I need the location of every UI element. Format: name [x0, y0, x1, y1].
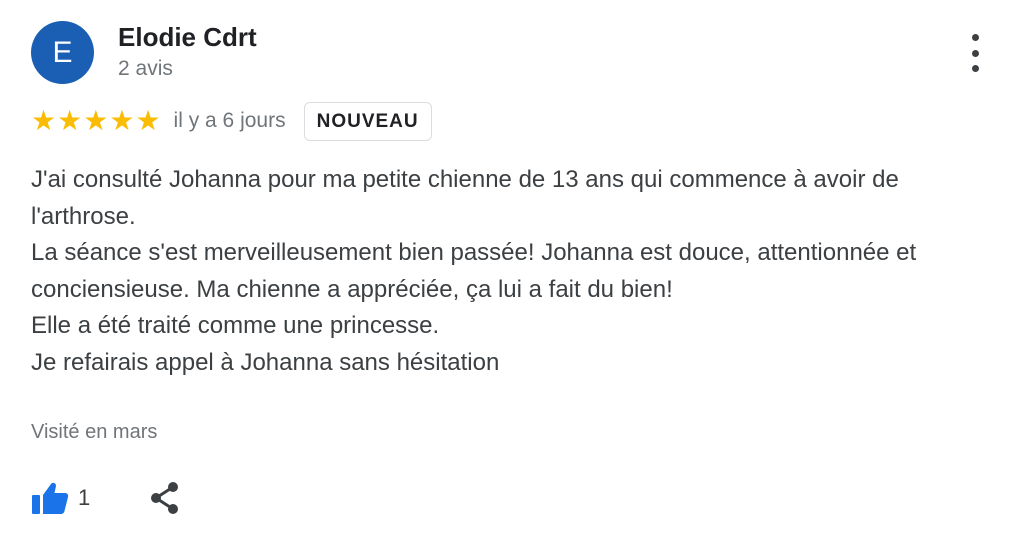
avatar[interactable]: E	[31, 21, 94, 84]
review-text: J'ai consulté Johanna pour ma petite chi…	[31, 162, 1006, 381]
review-text-line: La séance s'est merveilleusement bien pa…	[31, 239, 917, 303]
review-text-line: Je refairais appel à Johanna sans hésita…	[31, 348, 500, 376]
star-icon: ★	[31, 105, 57, 136]
visited-date: Visité en mars	[31, 421, 158, 443]
share-button[interactable]	[148, 481, 182, 515]
share-icon	[151, 482, 179, 514]
more-vert-icon-dot	[971, 65, 979, 72]
review-actions: 1	[31, 478, 182, 518]
avatar-initial: E	[52, 35, 73, 69]
star-icon: ★	[57, 105, 83, 136]
more-vert-icon-dot	[971, 49, 979, 57]
review-text-line: Elle a été traité comme une princesse.	[31, 312, 440, 339]
new-badge: NOUVEAU	[303, 101, 432, 141]
review-text-line: J'ai consulté Johanna pour ma petite chi…	[31, 166, 899, 230]
star-icon: ★	[109, 105, 135, 136]
more-vert-icon	[971, 34, 979, 41]
rating-row: ★ ★ ★ ★ ★ il y a 6 jours NOUVEAU	[31, 101, 432, 141]
thumbs-up-icon	[32, 482, 69, 514]
like-button[interactable]: 1	[31, 481, 90, 515]
more-options-button[interactable]	[962, 34, 988, 72]
author-review-count: 2 avis	[118, 57, 173, 80]
review-date: il y a 6 jours	[173, 109, 286, 132]
author-name[interactable]: Elodie Cdrt	[118, 22, 257, 53]
like-count: 1	[78, 485, 91, 510]
star-rating: ★ ★ ★ ★ ★	[31, 107, 162, 135]
star-icon: ★	[83, 105, 109, 136]
star-icon: ★	[135, 105, 161, 136]
